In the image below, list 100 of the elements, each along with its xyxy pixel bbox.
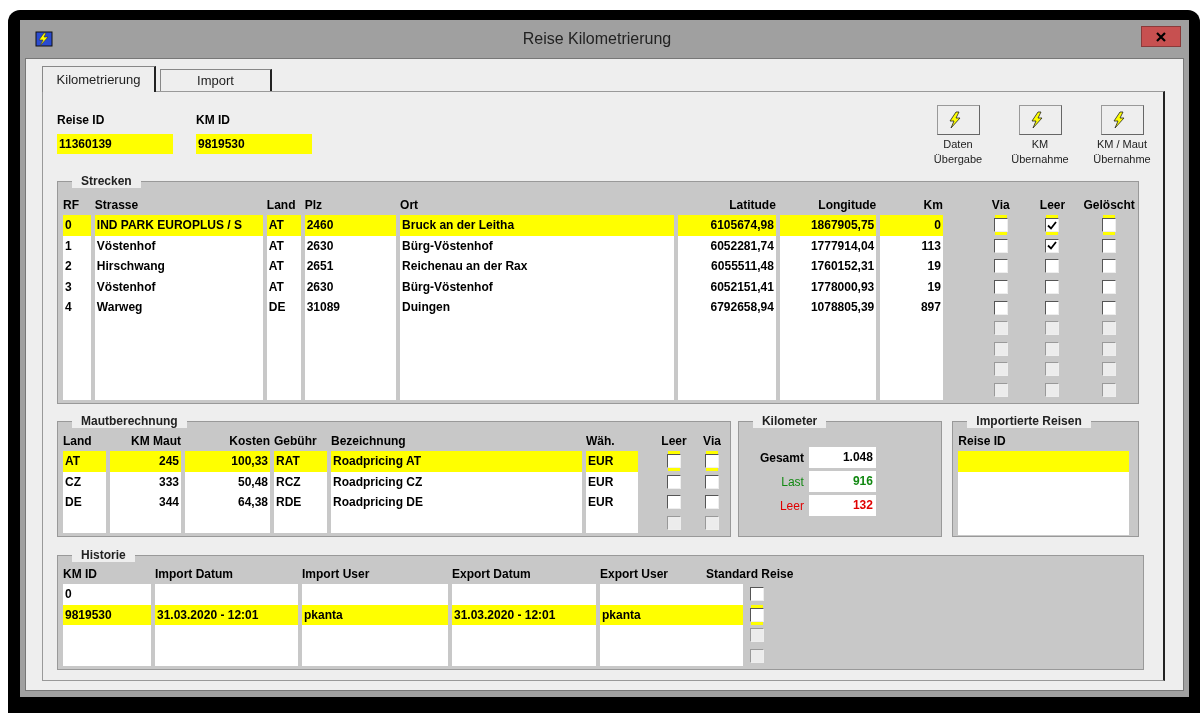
column-header: RF bbox=[63, 197, 79, 214]
column-header: Plz bbox=[304, 197, 322, 214]
checkbox[interactable] bbox=[993, 259, 1008, 274]
checkbox[interactable] bbox=[1102, 238, 1117, 253]
checkbox[interactable] bbox=[993, 238, 1008, 253]
table-cell-text: 6055511,48 bbox=[710, 258, 775, 276]
table-cell: AT bbox=[63, 451, 106, 472]
checkbox[interactable] bbox=[750, 587, 764, 602]
table-cell: pkanta bbox=[600, 604, 743, 626]
table-cell-text: Bürg-Vöstenhof bbox=[401, 237, 494, 255]
column-header: Land bbox=[266, 197, 296, 214]
checkbox[interactable] bbox=[750, 607, 764, 622]
column-header: Import Datum bbox=[155, 566, 233, 583]
button-caption: KM Übernahme bbox=[1011, 137, 1069, 167]
table-cell-text: 19 bbox=[926, 278, 942, 296]
checkbox[interactable] bbox=[1045, 300, 1060, 315]
group-title: Strecken bbox=[72, 174, 141, 188]
checkbox[interactable] bbox=[1102, 300, 1117, 315]
checkbox[interactable] bbox=[1045, 280, 1060, 295]
field-label: Reise ID bbox=[57, 112, 106, 129]
checkbox[interactable] bbox=[1045, 259, 1060, 274]
column-header: Km bbox=[922, 197, 943, 214]
table-cell: 0 bbox=[63, 215, 91, 236]
table-cell: 1867905,75 bbox=[779, 215, 877, 236]
column-header: Land bbox=[63, 433, 92, 450]
column-header: Longitude bbox=[817, 197, 877, 214]
table-cell-text: 333 bbox=[157, 473, 180, 491]
table-cell: 0 bbox=[880, 215, 943, 236]
km-label: Gesamt bbox=[758, 449, 805, 467]
group-title: Mautberechnung bbox=[72, 414, 187, 428]
checkbox[interactable] bbox=[993, 280, 1008, 295]
km-field: 1.048 bbox=[808, 447, 876, 468]
table-cell: 31.03.2020 - 12:01 bbox=[452, 604, 596, 626]
table-cell-text: 6052151,41 bbox=[709, 278, 775, 296]
table-cell-text: AT bbox=[267, 237, 285, 255]
table-cell: IND PARK EUROPLUS / S bbox=[94, 215, 263, 236]
table-cell-text: EUR bbox=[587, 494, 615, 512]
checkbox[interactable] bbox=[667, 495, 681, 510]
group-title: Historie bbox=[72, 548, 135, 562]
km-field: 916 bbox=[808, 471, 876, 492]
checkbox[interactable] bbox=[1045, 218, 1060, 233]
checkbox[interactable] bbox=[1102, 218, 1117, 233]
checkbox[interactable] bbox=[1102, 280, 1117, 295]
checkbox[interactable] bbox=[993, 218, 1008, 233]
table-cell-text: Vöstenhof bbox=[95, 278, 157, 296]
table-cell-text: AT bbox=[267, 278, 285, 296]
table-cell-text: 1778000,93 bbox=[809, 278, 876, 296]
column-header: Ort bbox=[400, 197, 419, 214]
tab[interactable]: Kilometrierung bbox=[42, 66, 156, 92]
table-cell-text: 2630 bbox=[305, 237, 335, 255]
checkbox[interactable] bbox=[667, 454, 681, 469]
column-header: KM Maut bbox=[130, 433, 181, 450]
checkbox[interactable] bbox=[1102, 259, 1117, 274]
checkbox[interactable] bbox=[705, 454, 719, 469]
table-cell: 245 bbox=[110, 451, 181, 472]
table-cell-text: Vöstenhof bbox=[95, 237, 157, 255]
column-header: Gebühr bbox=[274, 433, 317, 450]
lightning-icon bbox=[947, 111, 962, 129]
checkbox[interactable] bbox=[705, 474, 719, 489]
checkbox[interactable] bbox=[667, 474, 681, 489]
column-header: Strasse bbox=[94, 197, 139, 214]
table-cell: 9819530 bbox=[63, 604, 151, 626]
table-cell-text: Hirschwang bbox=[95, 258, 166, 276]
lightning-button[interactable] bbox=[936, 105, 980, 135]
table-cell-text: 2 bbox=[64, 258, 73, 276]
column-header: Via bbox=[702, 433, 722, 450]
table-cell-text: 1 bbox=[64, 237, 73, 255]
checkbox[interactable] bbox=[993, 300, 1008, 315]
table-cell-text: 50,48 bbox=[236, 473, 269, 491]
table-cell-text: Roadpricing CZ bbox=[332, 473, 424, 491]
table-cell-text: 4 bbox=[64, 299, 73, 317]
column-header: KM ID bbox=[63, 566, 97, 583]
checkbox[interactable] bbox=[705, 495, 719, 510]
close-button[interactable] bbox=[1141, 26, 1181, 47]
table-cell-text: 1760152,31 bbox=[809, 258, 876, 276]
column-header: Bezeichnung bbox=[331, 433, 406, 450]
id-field[interactable]: 9819530 bbox=[196, 134, 312, 154]
km-label: Leer bbox=[778, 497, 805, 515]
table-cell-text: Bürg-Vöstenhof bbox=[401, 278, 494, 296]
lightning-icon bbox=[1029, 111, 1044, 129]
table-cell-text: Warweg bbox=[95, 299, 144, 317]
km-field: 132 bbox=[808, 495, 876, 516]
table-cell-text: 31089 bbox=[305, 299, 341, 317]
table-cell: 31.03.2020 - 12:01 bbox=[155, 604, 298, 626]
table-cell-text: RDE bbox=[275, 494, 303, 512]
table-cell: Bruck an der Leitha bbox=[400, 215, 675, 236]
id-field[interactable]: 11360139 bbox=[57, 134, 173, 154]
column-header: Export User bbox=[600, 566, 669, 583]
table-cell: 100,33 bbox=[185, 451, 270, 472]
checkbox[interactable] bbox=[1045, 238, 1060, 253]
column-header: Latitude bbox=[728, 197, 776, 214]
table-cell-text: CZ bbox=[64, 473, 82, 491]
table-cell-text: 1777914,04 bbox=[809, 237, 876, 255]
lightning-button[interactable] bbox=[1100, 105, 1144, 135]
lightning-button[interactable] bbox=[1018, 105, 1062, 135]
table-cell-text: 6052281,74 bbox=[709, 237, 775, 255]
table-cell: AT bbox=[266, 215, 301, 236]
column-header: Kosten bbox=[228, 433, 270, 450]
button-caption: KM / Maut Übernahme bbox=[1093, 137, 1151, 167]
tab[interactable]: Import bbox=[160, 69, 272, 91]
